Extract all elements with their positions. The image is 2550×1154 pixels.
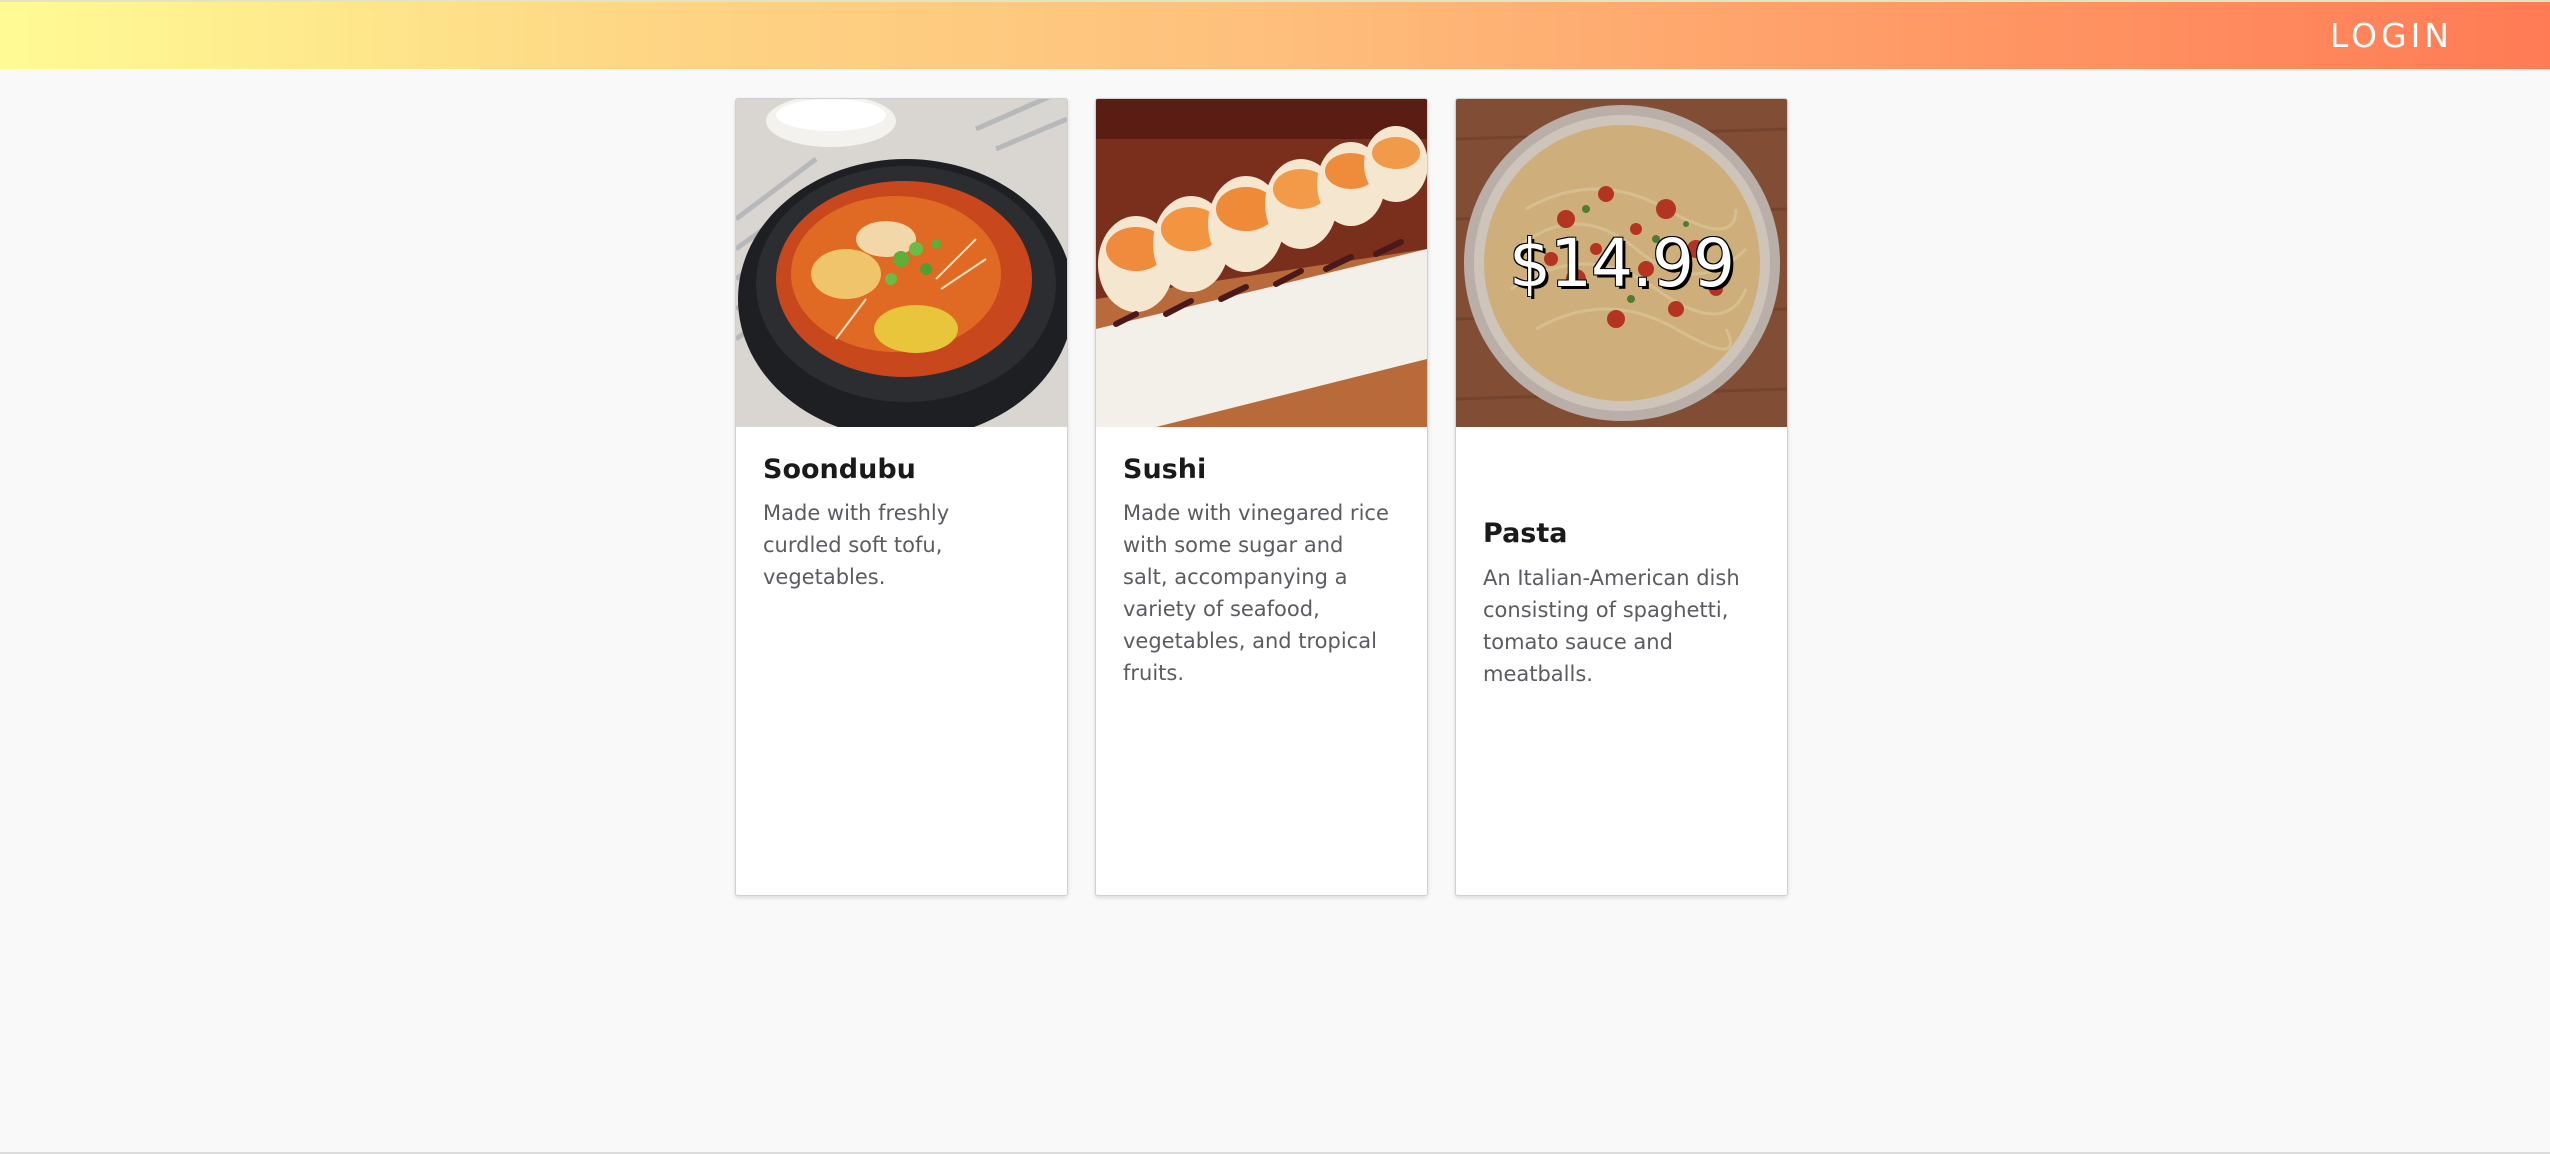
login-link[interactable]: LOGIN: [2330, 16, 2453, 56]
card-title: Sushi: [1123, 454, 1207, 485]
price-overlay: $14.99: [1456, 99, 1787, 427]
card-title: Pasta: [1483, 518, 1568, 549]
menu-card-pasta[interactable]: $14.99 Pasta An Italian-American dish co…: [1455, 98, 1788, 896]
menu-card-sushi[interactable]: Sushi Made with vinegared rice with some…: [1095, 98, 1428, 896]
card-title: Soondubu: [763, 454, 916, 485]
sushi-photo: [1096, 99, 1427, 427]
soondubu-photo: [736, 99, 1067, 427]
card-description: An Italian-American dish consisting of s…: [1483, 566, 1740, 686]
card-description: Made with freshly curdled soft tofu, veg…: [763, 501, 950, 589]
card-description: Made with vinegared rice with some sugar…: [1123, 501, 1389, 685]
pasta-photo: $14.99: [1456, 99, 1787, 427]
menu-card-soondubu[interactable]: Soondubu Made with freshly curdled soft …: [735, 98, 1068, 896]
top-navbar: LOGIN: [0, 0, 2550, 69]
